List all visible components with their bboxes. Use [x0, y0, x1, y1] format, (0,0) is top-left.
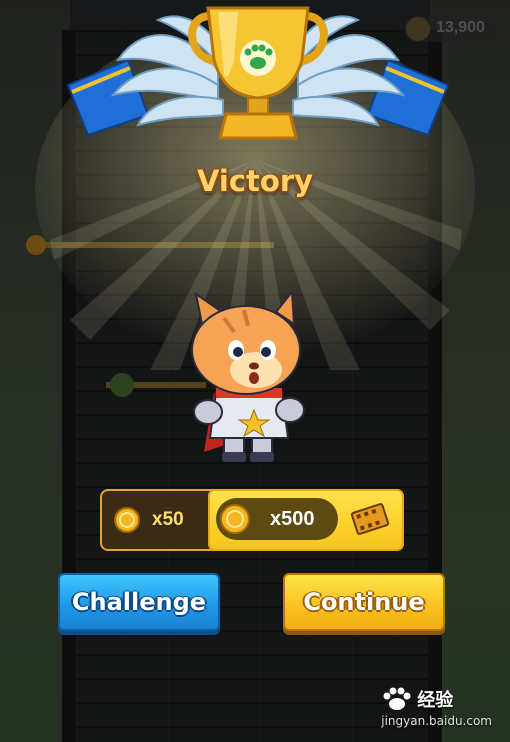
challenge-button[interactable]: Challenge — [58, 573, 220, 631]
coin-icon — [114, 507, 140, 533]
film-ticket-icon — [350, 503, 390, 535]
watermark: 经验 jingyan.baidu.com — [381, 686, 492, 728]
baidu-paw-icon — [383, 687, 411, 710]
trophy-icon — [66, 6, 450, 140]
game-screen: 16 13,900 — [0, 0, 510, 742]
ad-reward-option[interactable]: x500 — [208, 489, 404, 551]
coin-icon — [220, 504, 250, 534]
victory-title: Victory — [196, 164, 314, 198]
basic-reward-option[interactable]: x50 — [102, 491, 208, 549]
watermark-url: jingyan.baidu.com — [381, 714, 492, 728]
continue-button[interactable]: Continue — [283, 573, 445, 631]
ad-reward-amount: x500 — [270, 507, 315, 530]
cat-knight-character — [191, 292, 305, 462]
ad-reward-pill: x500 — [216, 498, 338, 540]
reward-panel: x50 x500 — [100, 489, 404, 551]
basic-reward-amount: x50 — [152, 509, 184, 530]
watermark-name: 经验 — [417, 690, 454, 711]
